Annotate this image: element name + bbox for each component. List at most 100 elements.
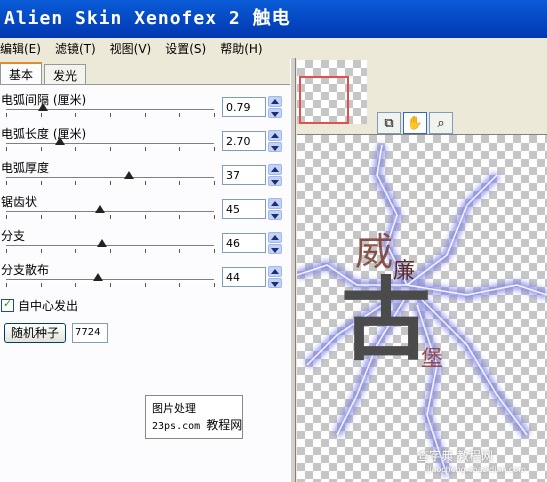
menu-help[interactable]: 帮助(H): [220, 40, 262, 57]
slider-track[interactable]: [6, 143, 214, 145]
slider-tick: [110, 113, 111, 117]
tab-basic[interactable]: 基本: [0, 62, 43, 84]
spin-up-icon[interactable]: [268, 232, 282, 243]
navigator-selection[interactable]: [299, 76, 349, 124]
slider-tick: [41, 215, 42, 219]
param-arc-thickness: 电弧厚度 37: [0, 157, 290, 191]
credit-watermark: 查字典 教程网: [417, 449, 493, 463]
slider-tick: [6, 181, 7, 185]
canvas-char-3: 古: [341, 267, 431, 373]
slider-track[interactable]: [6, 177, 214, 179]
slider-tick: [214, 113, 215, 117]
slider-thumb[interactable]: [38, 103, 48, 111]
spin-down-icon[interactable]: [268, 277, 282, 288]
slider-tick: [75, 147, 76, 151]
spin-down-icon[interactable]: [268, 141, 282, 152]
slider-tick: [41, 181, 42, 185]
preview-header: ⧉ ✋ ⌕: [297, 58, 547, 134]
spin-down-icon[interactable]: [268, 175, 282, 186]
slider-track[interactable]: [6, 245, 214, 247]
slider-tick: [41, 249, 42, 253]
value-field[interactable]: 37: [222, 165, 266, 185]
slider-tick: [179, 215, 180, 219]
menu-view[interactable]: 视图(V): [110, 40, 152, 57]
menu-edit[interactable]: 编辑(E): [0, 40, 41, 57]
slider-tick: [214, 181, 215, 185]
tab-glow[interactable]: 发光: [44, 64, 87, 84]
slider-tick: [110, 283, 111, 287]
spin-buttons[interactable]: [268, 232, 282, 254]
spin-buttons[interactable]: [268, 198, 282, 220]
credit-url: jiaocheng.chazidian.com: [427, 465, 527, 474]
param-label: 电弧厚度: [1, 161, 50, 175]
menu-bar: 编辑(E) 滤镜(T) 视图(V) 设置(S) 帮助(H): [0, 38, 547, 58]
slider-tick: [214, 147, 215, 151]
slider-tick: [75, 283, 76, 287]
preview-compare-icon[interactable]: ⧉: [377, 112, 401, 134]
navigator-thumbnail[interactable]: [297, 60, 367, 124]
value-field[interactable]: 45: [222, 199, 266, 219]
tab-strip: 基本 发光: [0, 62, 88, 86]
zoom-icon[interactable]: ⌕: [429, 112, 453, 134]
spin-buttons[interactable]: [268, 96, 282, 118]
slider-tick: [145, 283, 146, 287]
watermark-site: 23ps.com: [152, 421, 201, 432]
spin-up-icon[interactable]: [268, 198, 282, 209]
spin-up-icon[interactable]: [268, 130, 282, 141]
slider-thumb[interactable]: [97, 239, 107, 247]
from-center-checkbox[interactable]: 自中心发出: [1, 297, 78, 314]
watermark-suffix: 教程网: [206, 418, 243, 432]
slider-tick: [110, 181, 111, 185]
spin-buttons[interactable]: [268, 164, 282, 186]
value-field[interactable]: 2.70: [222, 131, 266, 151]
spin-up-icon[interactable]: [268, 266, 282, 277]
menu-settings[interactable]: 设置(S): [165, 40, 206, 57]
spin-down-icon[interactable]: [268, 107, 282, 118]
slider-tick: [214, 249, 215, 253]
panel-splitter[interactable]: [290, 58, 296, 482]
spin-buttons[interactable]: [268, 130, 282, 152]
slider-tick: [145, 147, 146, 151]
param-branch-spread: 分支散布 44: [0, 259, 290, 293]
slider-thumb[interactable]: [95, 205, 105, 213]
slider-tick: [75, 215, 76, 219]
slider-tick: [145, 181, 146, 185]
param-label: 分支: [1, 229, 26, 243]
value-field[interactable]: 44: [222, 267, 266, 287]
checkbox-label: 自中心发出: [18, 299, 79, 313]
spin-up-icon[interactable]: [268, 164, 282, 175]
slider-tick: [179, 249, 180, 253]
slider-thumb[interactable]: [93, 273, 103, 281]
preview-canvas[interactable]: 威 廉 古 堡 查字典 教程网 jiaocheng.chazidian.com: [297, 134, 547, 482]
slider-tick: [145, 215, 146, 219]
value-field[interactable]: 46: [222, 233, 266, 253]
checkbox-box[interactable]: [1, 297, 14, 312]
random-seed-button[interactable]: 随机种子: [4, 323, 66, 343]
slider-tick: [214, 283, 215, 287]
param-arc-spacing: 电弧间隔 (厘米) 0.79: [0, 89, 290, 123]
slider-tick: [41, 147, 42, 151]
canvas-char-4: 堡: [421, 347, 444, 372]
value-field[interactable]: 0.79: [222, 97, 266, 117]
spin-up-icon[interactable]: [268, 96, 282, 107]
seed-value-field[interactable]: 7724: [72, 323, 108, 343]
slider-tick: [110, 215, 111, 219]
spin-down-icon[interactable]: [268, 243, 282, 254]
slider-tick: [75, 113, 76, 117]
slider-tick: [110, 249, 111, 253]
spin-buttons[interactable]: [268, 266, 282, 288]
slider-track[interactable]: [6, 279, 214, 281]
slider-tick: [179, 181, 180, 185]
slider-tick: [75, 249, 76, 253]
slider-thumb[interactable]: [55, 137, 65, 145]
menu-filter[interactable]: 滤镜(T): [55, 40, 96, 57]
watermark-line2: 23ps.com 教程网: [152, 416, 242, 433]
slider-thumb[interactable]: [124, 171, 134, 179]
param-arc-length: 电弧长度 (厘米) 2.70: [0, 123, 290, 157]
param-jaggedness: 锯齿状 45: [0, 191, 290, 225]
hand-icon[interactable]: ✋: [403, 112, 427, 134]
slider-tick: [6, 113, 7, 117]
watermark-line1: 图片处理: [152, 402, 196, 415]
spin-down-icon[interactable]: [268, 209, 282, 220]
slider-track[interactable]: [6, 211, 214, 213]
